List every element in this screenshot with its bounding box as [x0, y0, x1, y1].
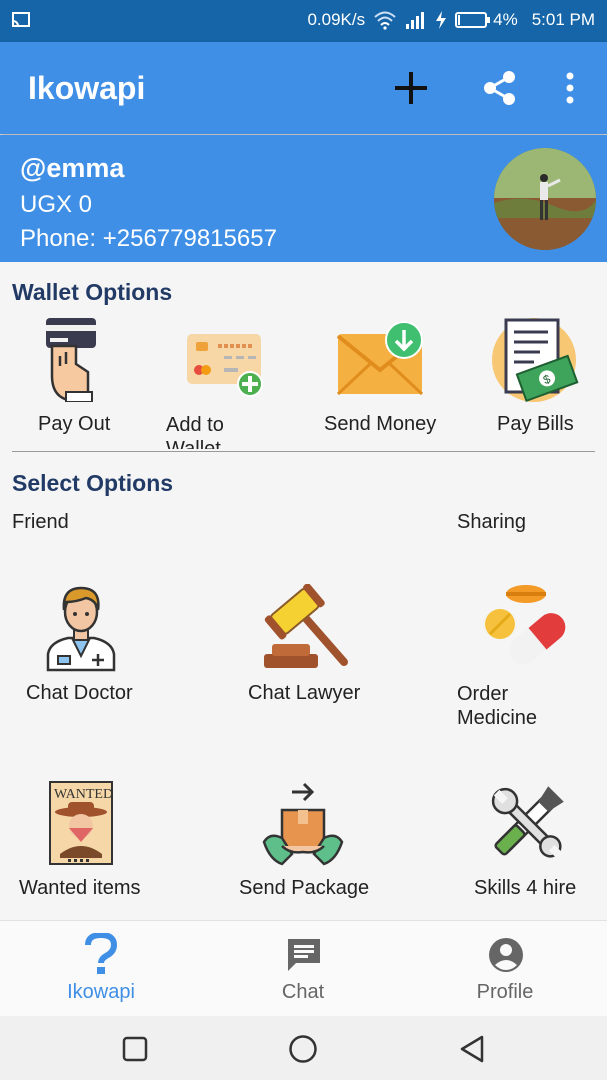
more-vert-icon[interactable]: [552, 68, 592, 108]
sharing-caption: Sharing: [457, 511, 526, 533]
recents-icon[interactable]: [122, 1036, 148, 1062]
balance: UGX 0: [20, 191, 93, 218]
wifi-icon: [374, 11, 396, 30]
chat-doctor-label: Chat Doctor: [26, 682, 133, 704]
chat-icon: [288, 939, 320, 971]
question-icon: [85, 933, 118, 974]
charging-icon: [436, 11, 447, 29]
nav-item-chat[interactable]: Chat: [202, 921, 404, 1017]
wallet-options-heading: Wallet Options: [12, 279, 173, 305]
home-icon[interactable]: [288, 1034, 318, 1064]
gavel-icon: [264, 584, 348, 668]
bill-icon: $: [492, 318, 579, 403]
profile-header: @emma UGX 0 Phone: +256779815657: [0, 135, 607, 262]
add-card-icon: [187, 334, 263, 397]
cast-icon: [12, 12, 30, 27]
add-to-wallet-label: Add to Wallet: [166, 414, 224, 449]
chat-lawyer-label: Chat Lawyer: [248, 682, 361, 704]
wanted-text: WANTED: [54, 787, 113, 802]
nav-label-profile: Profile: [476, 981, 534, 1003]
envelope-download-icon: [336, 321, 424, 396]
avatar-photo: [494, 148, 596, 250]
tools-icon: [491, 786, 564, 858]
back-icon[interactable]: [458, 1034, 486, 1064]
battery-percent: 4%: [493, 10, 518, 29]
skills-for-hire-label: Skills 4 hire: [474, 877, 577, 899]
share-icon[interactable]: [480, 68, 520, 108]
app-title: Ikowapi: [28, 70, 146, 106]
battery-icon: [455, 12, 491, 28]
network-speed: 0.09K/s: [307, 10, 366, 29]
clock: 5:01 PM: [531, 10, 595, 29]
select-options-heading: Select Options: [12, 470, 174, 496]
wanted-items-label: Wanted items: [19, 877, 141, 899]
account-icon: [489, 938, 523, 972]
system-navigation-bar: [0, 1016, 607, 1080]
pills-icon: [485, 585, 566, 665]
wanted-poster-icon: WANTED: [49, 781, 113, 865]
card-hand-icon: [46, 318, 96, 402]
avatar[interactable]: [494, 148, 596, 250]
send-package-label: Send Package: [239, 877, 370, 899]
friend-caption: Friend: [12, 511, 69, 533]
pay-bills-label: Pay Bills: [497, 413, 574, 435]
status-bar: 0.09K/s 4% 5:01 PM: [0, 0, 607, 42]
phone-number: Phone: +256779815657: [20, 225, 277, 252]
nav-item-ikowapi[interactable]: Ikowapi: [0, 921, 202, 1017]
doctor-icon: [46, 586, 116, 672]
app-bar: Ikowapi: [0, 42, 607, 134]
package-icon: [262, 782, 344, 866]
nav-item-profile[interactable]: Profile: [404, 921, 606, 1017]
pay-out-label: Pay Out: [38, 413, 111, 435]
signal-icon: [406, 12, 425, 29]
nav-label-ikowapi: Ikowapi: [67, 981, 135, 1003]
nav-label-chat: Chat: [281, 981, 325, 1003]
order-medicine-label: Order Medicine: [457, 683, 538, 729]
bottom-navigation: Ikowapi Chat Profile: [0, 920, 607, 1017]
divider: [12, 451, 595, 452]
send-money-label: Send Money: [324, 413, 437, 435]
add-icon[interactable]: [391, 68, 431, 108]
username: @emma: [20, 153, 125, 183]
